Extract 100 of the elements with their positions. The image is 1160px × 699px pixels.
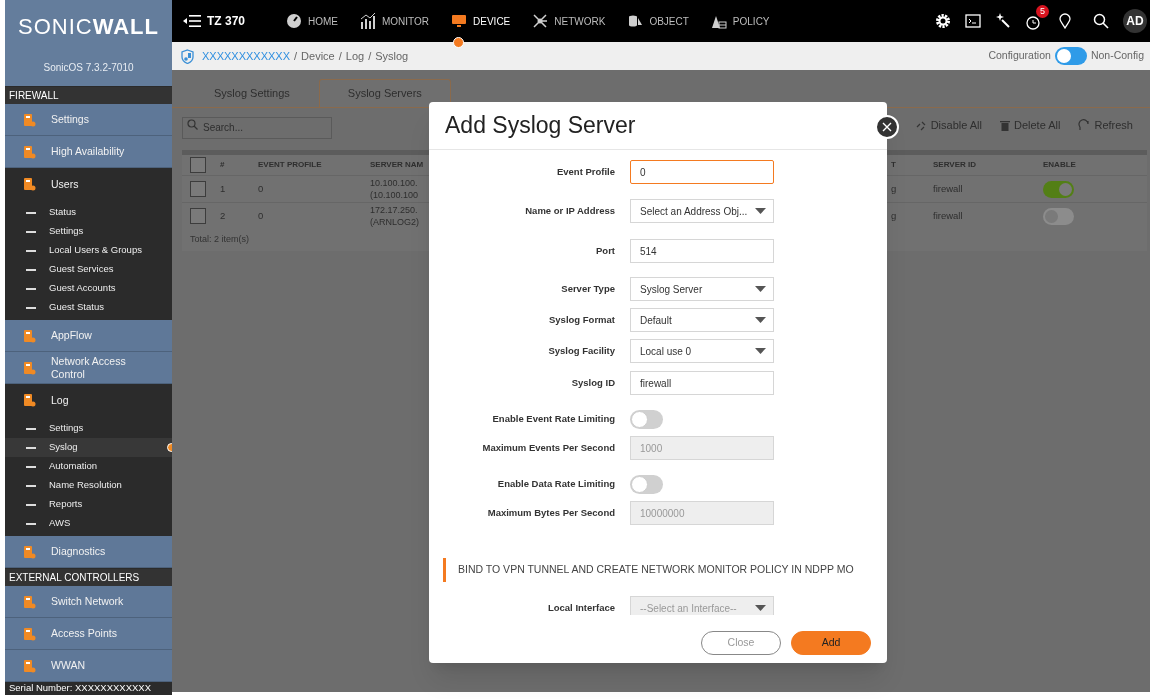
settings-icon[interactable]: [935, 13, 951, 29]
sidebar-item[interactable]: High Availability: [5, 136, 172, 168]
sidebar-item[interactable]: Network Access Control: [5, 352, 172, 384]
submenu-item[interactable]: Syslog: [5, 438, 172, 457]
submenu-item[interactable]: Name Resolution: [5, 476, 172, 495]
shield-icon: [181, 48, 194, 64]
location-pin-icon[interactable]: [1059, 13, 1071, 29]
device-title: TZ 370: [207, 13, 245, 30]
search-field[interactable]: Search...: [182, 116, 332, 139]
network-nodes-icon: [532, 13, 549, 29]
module-icon: [22, 360, 36, 375]
module-icon: [22, 658, 36, 673]
input-field[interactable]: 0: [630, 160, 774, 184]
caret-icon: [755, 348, 766, 354]
mode-label: Configuration: [988, 48, 1051, 64]
sidebar-item[interactable]: Settings: [5, 104, 172, 136]
input-field[interactable]: 514: [630, 239, 774, 263]
alarm-clock-icon[interactable]: [1025, 14, 1041, 30]
dropdown[interactable]: Default: [630, 308, 774, 332]
mode-toggle[interactable]: [1054, 47, 1087, 65]
dash-icon: [26, 446, 36, 449]
submenu-item[interactable]: Guest Accounts: [5, 279, 172, 298]
breadcrumb-separator: /: [294, 48, 298, 64]
field-label: Name or IP Address: [524, 203, 615, 218]
user-avatar[interactable]: AD: [1123, 9, 1147, 33]
dash-icon: [26, 465, 36, 468]
field-label: Syslog ID: [570, 375, 615, 390]
caret-icon: [755, 208, 766, 214]
serial-number: Serial Number: XXXXXXXXXXXX: [5, 682, 172, 695]
nav-tab[interactable]: OBJECT: [627, 6, 689, 36]
nav-tab[interactable]: HOME: [286, 6, 338, 36]
terminal-icon[interactable]: [965, 14, 981, 28]
field-label: Server Type: [560, 281, 615, 296]
sidebar-item[interactable]: AppFlow: [5, 320, 172, 352]
brand-logo: SONICWALL: [18, 15, 159, 38]
refresh-icon: [1078, 119, 1091, 131]
submenu-item[interactable]: Settings: [5, 222, 172, 241]
caret-icon: [755, 286, 766, 292]
sidebar-item[interactable]: Switch Network: [5, 586, 172, 618]
close-icon: [882, 122, 892, 132]
table-cell-text: g: [891, 181, 898, 196]
bar-chart-icon: [360, 13, 376, 29]
module-icon: [22, 112, 36, 127]
submenu-item[interactable]: AWS: [5, 514, 172, 533]
submenu-item[interactable]: Local Users & Groups: [5, 241, 172, 260]
enable-toggle[interactable]: [1043, 207, 1074, 225]
magic-wand-icon[interactable]: [995, 13, 1011, 29]
column-header: T: [891, 159, 897, 171]
field-label: Maximum Bytes Per Second: [486, 505, 615, 520]
dropdown[interactable]: Syslog Server: [630, 277, 774, 301]
table-cell-text: (10.100.100: [370, 189, 420, 201]
close-button[interactable]: [875, 115, 899, 139]
breadcrumb-item: Log: [345, 48, 365, 64]
caret-icon: [755, 317, 766, 323]
sidebar-item[interactable]: WWAN: [5, 650, 172, 682]
input-field[interactable]: firewall: [630, 371, 774, 395]
enable-toggle[interactable]: [1043, 180, 1074, 198]
mode-label: Non-Config: [1090, 48, 1144, 64]
toggle-switch[interactable]: [630, 409, 663, 429]
submenu-item[interactable]: Reports: [5, 495, 172, 514]
dropdown[interactable]: Local use 0: [630, 339, 774, 363]
dash-icon: [26, 211, 36, 214]
nav-tab[interactable]: POLICY: [710, 6, 770, 36]
add-button[interactable]: Add: [791, 631, 871, 655]
table-cell-text: firewall: [933, 181, 964, 196]
breadcrumb-separator: /: [368, 48, 372, 64]
checkbox[interactable]: [190, 181, 206, 197]
column-header: SERVER NAM: [370, 159, 425, 171]
submenu-item[interactable]: Status: [5, 203, 172, 222]
column-header: #: [220, 159, 226, 171]
dropdown[interactable]: Select an Address Obj...: [630, 199, 774, 223]
column-header: ENABLE: [1043, 159, 1077, 171]
breadcrumb-separator: /: [338, 48, 342, 64]
submenu-item[interactable]: Guest Services: [5, 260, 172, 279]
trash-icon: [1000, 119, 1010, 131]
sidebar-item[interactable]: Diagnostics: [5, 536, 172, 568]
dash-icon: [26, 268, 36, 271]
submenu-item[interactable]: Guest Status: [5, 298, 172, 317]
module-icon: [22, 626, 36, 641]
breadcrumb-item: Device: [301, 48, 335, 64]
collapse-menu-icon[interactable]: [183, 15, 201, 27]
nav-tab[interactable]: MONITOR: [360, 6, 430, 36]
submenu-item[interactable]: Automation: [5, 457, 172, 476]
dash-icon: [26, 249, 36, 252]
cylinder-icon: [627, 13, 644, 29]
module-icon: [22, 144, 36, 159]
nav-tab[interactable]: NETWORK: [532, 6, 606, 36]
search-icon[interactable]: [1093, 13, 1109, 29]
nav-tab[interactable]: DEVICE: [451, 6, 511, 36]
submenu-item[interactable]: Settings: [5, 419, 172, 438]
checkbox[interactable]: [190, 157, 206, 173]
sidebar-item[interactable]: Access Points: [5, 618, 172, 650]
dash-icon: [26, 484, 36, 487]
toggle-switch[interactable]: [630, 474, 663, 494]
unlink-icon: [915, 119, 927, 131]
dash-icon: [26, 503, 36, 506]
field-label: Enable Event Rate Limiting: [491, 411, 615, 426]
table-cell-text: 172.17.250.: [370, 204, 419, 216]
section-heading: EXTERNAL CONTROLLERS: [5, 569, 172, 586]
checkbox[interactable]: [190, 208, 206, 224]
